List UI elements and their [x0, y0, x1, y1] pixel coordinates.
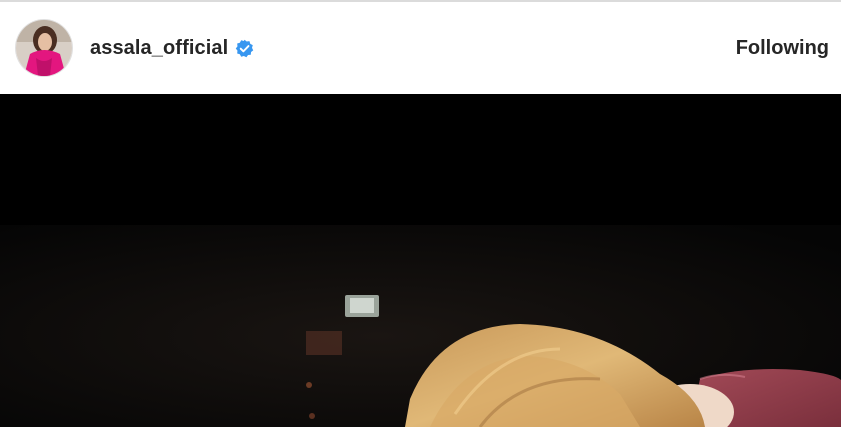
avatar-image [16, 20, 72, 76]
post-header: assala_official Following [0, 2, 841, 94]
post-card: assala_official Following [0, 0, 841, 427]
profile-avatar[interactable] [16, 20, 72, 76]
following-button[interactable]: Following [736, 37, 829, 60]
post-photo [0, 94, 841, 427]
verified-badge-icon [235, 39, 254, 58]
username-link[interactable]: assala_official [90, 37, 228, 60]
post-media[interactable] [0, 94, 841, 427]
